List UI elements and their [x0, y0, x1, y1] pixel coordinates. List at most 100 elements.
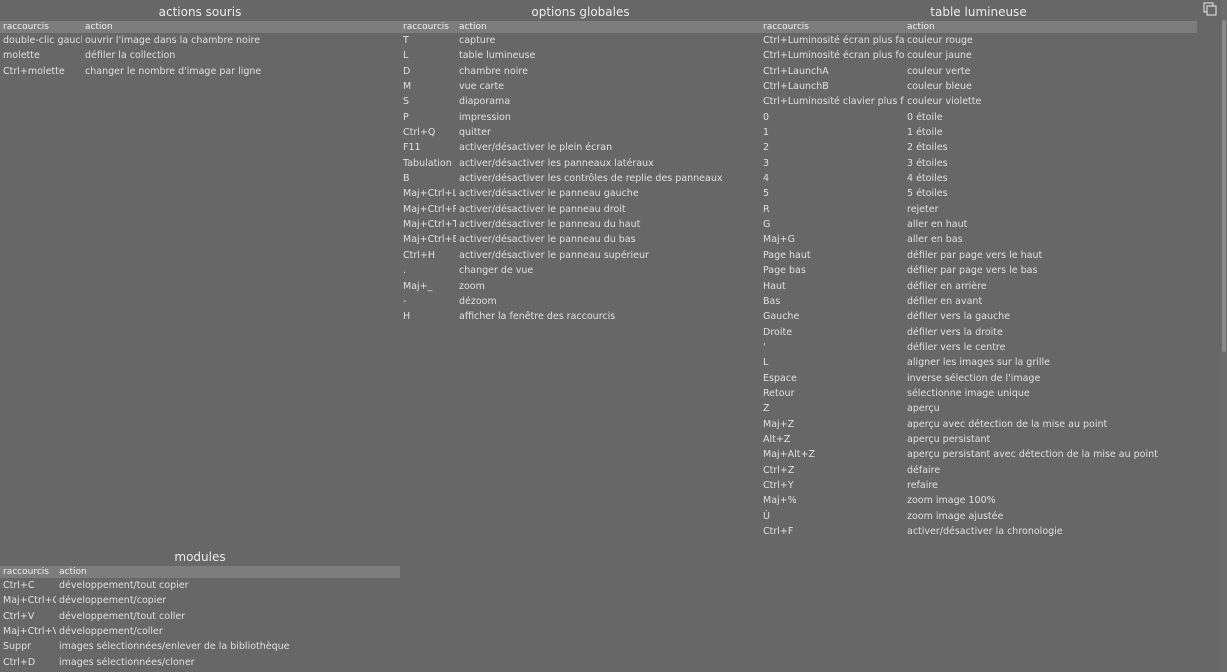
action-cell: vue carte [459, 81, 505, 93]
shortcut-cell: D [403, 65, 411, 77]
table-row: Maj+Ctrl+T activer/désactiver le panneau … [400, 217, 761, 232]
action-cell: activer/désactiver le plein écran [459, 142, 613, 154]
shortcut-cell: Ctrl+Luminosité écran plus forte [763, 50, 904, 62]
shortcut-cell: Z [763, 403, 770, 415]
shortcut-cell: Bas [763, 295, 781, 307]
table-row: Hafficher la fenêtre des raccourcis [400, 309, 761, 324]
table-row: 1 1 étoile [760, 125, 1197, 140]
shortcut-cell: Page haut [763, 249, 811, 261]
shortcut-cell: Maj+Ctrl+R [403, 203, 456, 215]
column-header-shortcut: raccourcis [3, 567, 49, 577]
action-cell: défiler par page vers le bas [907, 265, 1038, 277]
section-title: actions souris [158, 5, 242, 19]
section-global-options: options globales raccourcis action Tcapt… [400, 0, 761, 325]
action-cell: aperçu persistant [907, 433, 991, 445]
action-cell: rejeter [907, 203, 939, 215]
shortcut-cell: Gauche [763, 311, 800, 323]
shortcut-cell: 5 [763, 188, 770, 200]
table-row: Page haut défiler par page vers le haut [760, 248, 1197, 263]
table-row: Ùzoom image ajustée [760, 509, 1197, 524]
shortcut-cell: Maj+_ [403, 280, 433, 292]
shortcut-cell: 3 [763, 157, 770, 169]
table-row: molette défiler la collection [0, 48, 400, 63]
shortcut-cell: Ctrl+Q [403, 127, 436, 139]
shortcut-cell: G [763, 219, 771, 231]
shortcut-cell: Maj+Ctrl+B [403, 234, 456, 246]
table-row: 4 4 étoiles [760, 171, 1197, 186]
shortcuts-table: raccourcis action double-clic gaucheouvr… [0, 21, 400, 79]
column-header-action: action [85, 22, 113, 32]
action-cell: couleur rouge [907, 35, 973, 46]
table-row: Droite défiler vers la droite [760, 325, 1197, 340]
shortcut-cell: Maj+Ctrl+L [403, 188, 456, 200]
action-cell: ouvrir l'image dans la chambre noire [85, 35, 261, 46]
table-row: Rrejeter [760, 202, 1197, 217]
table-row: Ctrl+Luminosité écran plus faiblecouleur… [760, 33, 1197, 48]
table-row: Gauche défiler vers la gauche [760, 309, 1197, 324]
action-cell: défiler par page vers le haut [907, 249, 1043, 261]
table-row: Mvue carte [400, 79, 761, 94]
table-row: Ltable lumineuse [400, 48, 761, 63]
section-mouse-actions: actions souris raccourcis action double-… [0, 0, 400, 79]
shortcuts-table: raccourcis action Tcapture Ltable lumineu… [400, 21, 761, 325]
shortcut-cell: H [403, 311, 411, 323]
action-cell: 4 étoiles [907, 173, 948, 185]
table-row: 0 0 étoile [760, 110, 1197, 125]
detach-window-icon[interactable] [1203, 2, 1217, 16]
table-row: Galler en haut [760, 217, 1197, 232]
action-cell: sélectionne image unique [907, 387, 1030, 399]
column-header-action: action [59, 567, 87, 577]
action-cell: couleur bleue [907, 81, 972, 93]
shortcut-cell: B [403, 173, 410, 185]
shortcut-cell: S [403, 96, 410, 108]
action-cell: table lumineuse [459, 50, 536, 62]
action-cell: changer de vue [459, 265, 534, 277]
table-row: Ctrl+D images sélectionnées/cloner [0, 655, 400, 670]
shortcut-cell: Ctrl+Y [763, 479, 794, 491]
action-cell: couleur verte [907, 65, 971, 77]
table-row: Page bas défiler par page vers le bas [760, 263, 1197, 278]
table-row: Ctrl+C développement/tout copier [0, 578, 400, 593]
column-header-shortcut: raccourcis [763, 22, 809, 32]
action-cell: impression [459, 111, 511, 123]
shortcut-cell: Ctrl+Z [763, 464, 795, 476]
scrollbar-thumb[interactable] [1222, 20, 1226, 352]
action-cell: défiler en arrière [907, 280, 987, 292]
action-cell: activer/désactiver la chronologie [907, 526, 1063, 537]
table-row: Maj+Ctrl+R activer/désactiver le panneau … [400, 202, 761, 217]
action-cell: couleur jaune [907, 50, 972, 62]
table-row: Ctrl+LaunchA couleur verte [760, 64, 1197, 79]
action-cell: défiler en avant [907, 295, 983, 307]
table-row: - dézoom [400, 294, 761, 309]
table-row: Sdiaporama [400, 94, 761, 109]
table-row: Maj+Ctrl+L activer/désactiver le panneau … [400, 186, 761, 201]
shortcut-cell: Ctrl+C [3, 580, 35, 591]
column-header-action: action [459, 22, 487, 32]
shortcut-cell: Tabulation [403, 157, 452, 169]
shortcut-cell: Ctrl+LaunchB [763, 81, 829, 93]
table-row: Maj+% zoom image 100% [760, 493, 1197, 508]
table-row: Ctrl+Luminosité clavier plus faiblecoule… [760, 94, 1197, 109]
action-cell: dézoom [459, 295, 497, 307]
shortcut-cell: Ctrl+D [3, 656, 36, 668]
shortcut-cell: Ctrl+H [403, 249, 436, 261]
action-cell: 2 étoiles [907, 142, 948, 154]
action-cell: activer/désactiver le panneau gauche [459, 188, 639, 200]
table-row: . changer de vue [400, 263, 761, 278]
shortcut-cell: F11 [403, 142, 421, 154]
table-row: Maj+G aller en bas [760, 232, 1197, 247]
shortcut-cell: Ctrl+LaunchA [763, 65, 829, 77]
table-row: Ctrl+Z défaire [760, 463, 1197, 478]
table-header-row: raccourcis action [400, 21, 761, 33]
table-row: Ctrl+H activer/désactiver le panneau supé… [400, 248, 761, 263]
shortcut-cell: Retour [763, 387, 795, 399]
action-cell: diaporama [459, 96, 511, 108]
action-cell: activer/désactiver le panneau du bas [459, 234, 636, 246]
table-row: 2 2 étoiles [760, 140, 1197, 155]
action-cell: 0 étoile [907, 111, 943, 123]
shortcut-cell: Ctrl+F [763, 526, 794, 537]
action-cell: images sélectionnées/cloner [59, 656, 195, 668]
table-row: Tabulation activer/désactiver les panneau… [400, 156, 761, 171]
action-cell: défiler vers la gauche [907, 311, 1011, 323]
shortcut-cell: 1 [763, 127, 770, 139]
